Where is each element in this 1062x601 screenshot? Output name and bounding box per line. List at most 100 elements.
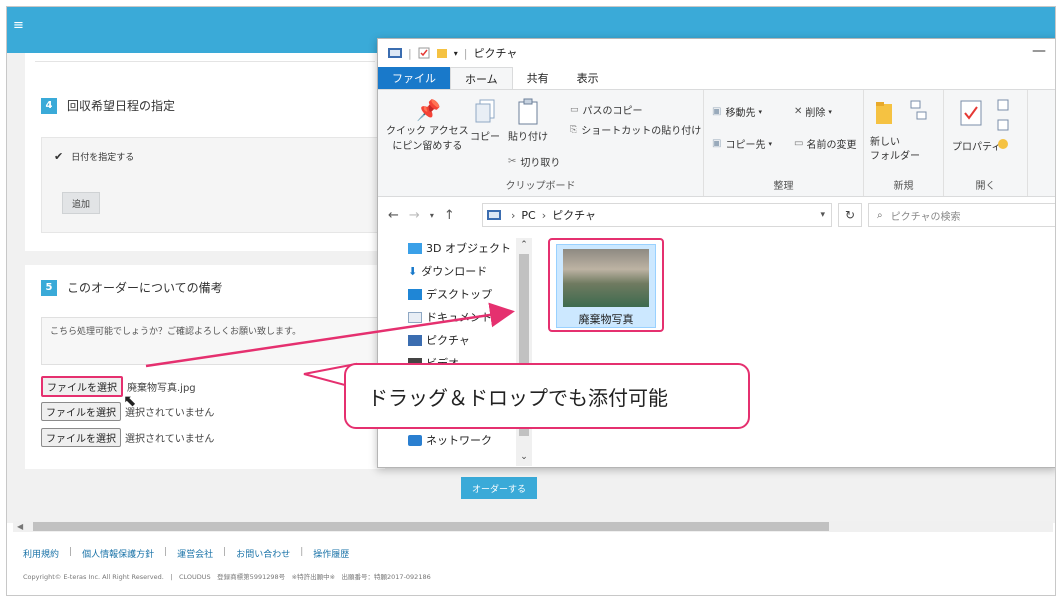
nav-item-desktop[interactable]: デスクトップ (408, 286, 492, 302)
desktop-icon (408, 288, 422, 300)
scissors-icon: ✂ (508, 156, 517, 167)
explorer-app-icon (388, 48, 402, 58)
copy-button[interactable]: コピー (470, 98, 500, 143)
footer-separator: | (300, 547, 304, 557)
file-item-waste-photo[interactable]: 廃棄物写真 (548, 238, 664, 332)
copyright-text: Copyright© E-teras Inc. All Right Reserv… (23, 573, 431, 581)
copy-path-button[interactable]: ▭ パスのコピー (570, 102, 643, 118)
back-arrow-icon[interactable]: ← (388, 208, 399, 223)
copy-label: コピー (470, 132, 500, 143)
nav-item-downloads[interactable]: ⬇ ダウンロード (408, 263, 487, 279)
footer-link-contact[interactable]: お問い合わせ (236, 547, 290, 560)
submit-order-button[interactable]: オーダーする (461, 477, 537, 499)
nav-item-documents[interactable]: ドキュメント (408, 309, 492, 325)
properties-button[interactable]: プロパティ (952, 138, 1001, 153)
tab-view[interactable]: 表示 (563, 67, 613, 89)
footer-link-company[interactable]: 運営会社 (177, 547, 213, 560)
hamburger-menu-icon[interactable]: ≡ (13, 19, 25, 32)
nav-item-label: ネットワーク (426, 434, 492, 447)
new-folder-button[interactable]: 新しい フォルダー (870, 136, 920, 164)
move-to-label: 移動先 (725, 108, 756, 119)
nav-item-network[interactable]: ネットワーク (408, 432, 492, 448)
paste-label: 貼り付け (508, 132, 548, 143)
nav-item-label: ダウンロード (421, 265, 488, 278)
pin-quick-access-button[interactable]: クイック アクセス にピン留めする (386, 124, 469, 154)
choose-file-button[interactable]: ファイルを選択 (41, 402, 121, 421)
copy-path-label: パスのコピー (582, 106, 643, 117)
address-box[interactable]: › PC › ピクチャ ▾ (482, 203, 832, 227)
scrollbar-thumb[interactable] (33, 522, 829, 531)
ribbon-tabs: ファイル ホーム 共有 表示 (378, 67, 1055, 89)
up-arrow-icon[interactable]: ↑ (444, 208, 455, 223)
nav-scrollbar[interactable]: ⌃ ⌄ (516, 238, 532, 466)
file-list: 廃棄物写真 (534, 232, 1055, 467)
order-note-textarea[interactable]: こちら処理可能でしょうか？ご確認よろしくお願い致します。 (41, 317, 385, 365)
section-5-header: 5 このオーダーについての備考 (41, 279, 223, 296)
move-to-button[interactable]: ▣ 移動先 ▾ (712, 104, 762, 119)
tab-home[interactable]: ホーム (450, 67, 513, 89)
tab-file[interactable]: ファイル (378, 67, 450, 89)
nav-item-pictures[interactable]: ピクチャ (408, 332, 470, 348)
cut-label: 切り取り (520, 158, 561, 169)
chevron-down-icon[interactable]: ▾ (820, 210, 825, 220)
paste-shortcut-button[interactable]: ⎘ ショートカットの貼り付け (570, 122, 702, 138)
cut-button[interactable]: ✂ 切り取り (508, 154, 560, 169)
breadcrumb-pictures[interactable]: ピクチャ (552, 207, 596, 223)
breadcrumb-separator-icon: › (511, 208, 516, 222)
scroll-down-icon[interactable]: ⌄ (516, 452, 532, 462)
new-folder-quick-icon[interactable] (436, 47, 448, 59)
footer-link-history[interactable]: 操作履歴 (313, 547, 349, 560)
nav-item-3d-objects[interactable]: 3D オブジェクト (408, 240, 511, 256)
open-group-label: 開く (975, 181, 996, 192)
titlebar-divider: | (408, 46, 412, 60)
rename-icon: ▭ (794, 138, 804, 149)
scroll-left-icon[interactable]: ◀ (17, 521, 23, 532)
waste-photo-thumbnail (563, 249, 649, 307)
pictures-icon (408, 334, 422, 346)
date-option-checkbox[interactable]: ✔ 日付を指定する (54, 150, 134, 163)
delete-button[interactable]: ✕ 削除 ▾ (794, 104, 832, 119)
pictures-folder-icon (487, 210, 501, 220)
window-title: ピクチャ (473, 47, 518, 60)
properties-quick-icon[interactable] (418, 47, 430, 59)
footer-links: 利用規約 | 個人情報保護方針 | 運営会社 | お問い合わせ | 操作履歴 (23, 547, 349, 560)
recent-locations-icon[interactable]: ▾ (430, 211, 434, 220)
search-input[interactable]: ⌕ ピクチャの検索 (868, 203, 1055, 227)
add-date-button[interactable]: 追加 (62, 192, 100, 214)
footer-link-terms[interactable]: 利用規約 (23, 547, 59, 560)
document-icon (408, 311, 422, 323)
callout-bubble: ドラッグ＆ドロップでも添付可能 (344, 363, 750, 429)
minimize-icon[interactable]: — (1032, 43, 1046, 59)
dropdown-icon: ▾ (758, 107, 762, 116)
new-item-icon[interactable] (908, 98, 932, 124)
choose-file-button[interactable]: ファイルを選択 (41, 376, 123, 397)
file-row-1: ファイルを選択 廃棄物写真.jpg (41, 376, 196, 397)
move-to-icon: ▣ (712, 106, 722, 117)
choose-file-button[interactable]: ファイルを選択 (41, 428, 121, 447)
paste-shortcut-label: ショートカットの貼り付け (581, 126, 702, 137)
network-icon (408, 434, 422, 446)
address-bar-row: ← → ▾ ↑ › PC › ピクチャ ▾ ↻ ⌕ ピクチャの検索 (378, 198, 1055, 232)
clipboard-group: クイック アクセス にピン留めする 📌 コピー 貼り付け ▭ パスのコピー ⎘ (378, 90, 704, 196)
ribbon-home: クイック アクセス にピン留めする 📌 コピー 貼り付け ▭ パスのコピー ⎘ (378, 89, 1055, 197)
customize-dropdown-icon[interactable]: ▾ (454, 49, 458, 58)
open-actions-icon[interactable] (996, 98, 1012, 154)
section-title: このオーダーについての備考 (67, 281, 223, 295)
footer-link-privacy[interactable]: 個人情報保護方針 (82, 547, 154, 560)
copy-to-button[interactable]: ▣ コピー先 ▾ (712, 136, 772, 151)
clipboard-group-label: クリップボード (505, 181, 576, 192)
breadcrumb-pc[interactable]: PC (521, 209, 535, 222)
horizontal-scrollbar[interactable]: ◀ (13, 521, 1053, 532)
new-group-label: 新規 (893, 181, 914, 192)
explorer-titlebar: | ▾ | ピクチャ (378, 39, 1055, 67)
nav-item-label: ピクチャ (426, 334, 470, 347)
forward-arrow-icon[interactable]: → (409, 208, 420, 223)
file-name: 廃棄物写真.jpg (127, 383, 196, 394)
scroll-up-icon[interactable]: ⌃ (516, 240, 532, 250)
footer-separator: | (223, 547, 227, 557)
nav-item-label: デスクトップ (426, 288, 492, 301)
refresh-icon[interactable]: ↻ (838, 203, 862, 227)
rename-button[interactable]: ▭ 名前の変更 (794, 136, 856, 151)
tab-share[interactable]: 共有 (513, 67, 563, 89)
paste-button[interactable]: 貼り付け (508, 98, 548, 143)
